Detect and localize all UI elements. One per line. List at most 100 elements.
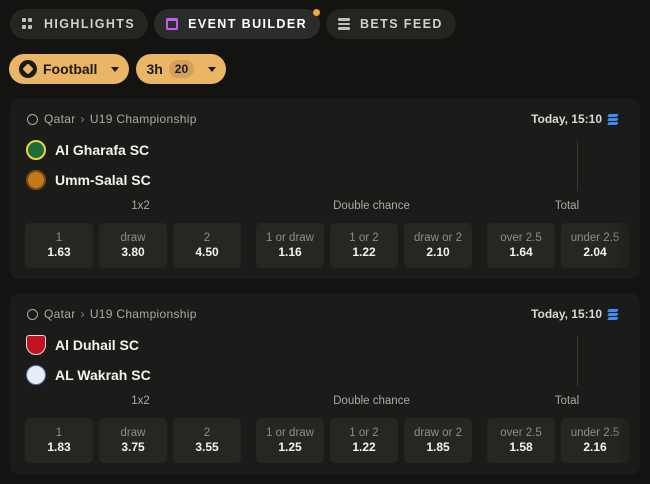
market-label: 1x2	[131, 200, 150, 212]
tab-label: HIGHLIGHTS	[44, 17, 136, 31]
scroll-fade	[612, 394, 640, 474]
odd-label: 1 or 2	[349, 427, 379, 439]
odd-value: 1.58	[509, 440, 533, 454]
event-card[interactable]: Qatar › U19 Championship Today, 15:10 Al…	[10, 294, 640, 474]
home-team-name: Al Gharafa SC	[55, 142, 150, 158]
odd-label: 2	[203, 232, 211, 244]
live-stream-icon	[607, 113, 619, 125]
odd-button[interactable]: 1 or 2 1.22	[330, 223, 398, 268]
odd-button[interactable]: draw 3.80	[99, 223, 167, 268]
odd-label: draw	[120, 427, 146, 439]
top-tabs: HIGHLIGHTS EVENT BUILDER BETS FEED	[10, 9, 456, 39]
odd-label: draw or 2	[414, 427, 462, 439]
globe-icon	[27, 308, 38, 320]
odd-label: 2	[203, 427, 211, 439]
country-label: Qatar	[44, 112, 76, 126]
odd-label: draw or 2	[414, 232, 462, 244]
odd-label: over 2.5	[500, 427, 542, 439]
odd-button[interactable]: 2 3.55	[173, 418, 241, 463]
odd-value: 1.85	[426, 440, 450, 454]
market-label: Double chance	[333, 395, 410, 407]
event-card[interactable]: Qatar › U19 Championship Today, 15:10 Al…	[10, 99, 640, 279]
event-time: Today, 15:10	[531, 307, 619, 321]
odd-value: 2.04	[583, 245, 607, 259]
country-label: Qatar	[44, 307, 76, 321]
calendar-icon	[166, 18, 179, 30]
time-filter-label: 3h	[146, 61, 163, 77]
football-icon	[19, 60, 37, 78]
tab-label: BETS FEED	[360, 17, 443, 31]
filters-bar: Football 3h 20	[9, 54, 227, 84]
market-label: Double chance	[333, 200, 410, 212]
odd-value: 1.63	[47, 245, 71, 259]
time-filter-dropdown[interactable]: 3h 20	[136, 54, 227, 84]
odd-value: 1.22	[352, 245, 376, 259]
odd-button[interactable]: over 2.5 1.58	[487, 418, 555, 463]
event-time-label: Today, 15:10	[531, 112, 602, 126]
league-label: U19 Championship	[89, 307, 197, 321]
odd-label: draw	[120, 232, 146, 244]
event-time-label: Today, 15:10	[531, 307, 602, 321]
odd-label: 1 or draw	[266, 427, 314, 439]
odd-value: 1.25	[278, 440, 302, 454]
home-team[interactable]: Al Gharafa SC	[26, 140, 149, 160]
market-double-chance: Double chance 1 or draw 1.25 1 or 2 1.22 d…	[256, 395, 487, 463]
tab-bets-feed[interactable]: BETS FEED	[326, 9, 456, 39]
odd-label: 1	[55, 427, 63, 439]
odd-value: 1.16	[278, 245, 302, 259]
market-label: 1x2	[131, 395, 150, 407]
home-team[interactable]: Al Duhail SC	[26, 335, 139, 355]
team-logo-icon	[26, 335, 46, 355]
tab-label: EVENT BUILDER	[188, 17, 307, 31]
odd-value: 3.55	[195, 440, 219, 454]
event-count-badge: 20	[168, 60, 195, 78]
grid-icon	[22, 18, 34, 30]
scroll-fade	[612, 199, 640, 279]
live-stream-icon	[607, 308, 619, 320]
league-breadcrumb: Qatar › U19 Championship	[27, 112, 197, 126]
notification-dot	[313, 9, 320, 16]
team-logo-icon	[26, 140, 46, 160]
sport-filter-label: Football	[43, 61, 98, 77]
away-team[interactable]: AL Wakrah SC	[26, 365, 151, 385]
breadcrumb-separator: ›	[80, 307, 85, 321]
odd-button[interactable]: 1 or draw 1.16	[256, 223, 324, 268]
odd-value: 1.83	[47, 440, 71, 454]
odd-button[interactable]: 2 4.50	[173, 223, 241, 268]
odd-button[interactable]: 1 or draw 1.25	[256, 418, 324, 463]
odd-value: 1.64	[509, 245, 533, 259]
odd-value: 1.22	[352, 440, 376, 454]
away-team-name: Umm-Salal SC	[55, 172, 151, 188]
odd-button[interactable]: 1 or 2 1.22	[330, 418, 398, 463]
tab-event-builder[interactable]: EVENT BUILDER	[154, 9, 320, 39]
home-team-name: Al Duhail SC	[55, 337, 140, 353]
chevron-down-icon	[111, 66, 120, 72]
away-team-name: AL Wakrah SC	[55, 367, 151, 383]
market-1x2: 1x2 1 1.83 draw 3.75 2 3.55	[25, 395, 256, 463]
tab-highlights[interactable]: HIGHLIGHTS	[10, 9, 149, 39]
odd-button[interactable]: draw 3.75	[99, 418, 167, 463]
odd-label: 1	[55, 232, 63, 244]
odd-button[interactable]: draw or 2 1.85	[404, 418, 472, 463]
odd-value: 3.80	[121, 245, 145, 259]
odd-button[interactable]: draw or 2 2.10	[404, 223, 472, 268]
event-time: Today, 15:10	[531, 112, 619, 126]
breadcrumb-separator: ›	[80, 112, 85, 126]
odd-value: 4.50	[195, 245, 219, 259]
divider	[577, 336, 578, 386]
team-logo-icon	[26, 170, 46, 190]
chevron-down-icon	[208, 66, 217, 72]
team-logo-icon	[26, 365, 46, 385]
divider	[577, 141, 578, 191]
feed-icon	[338, 18, 350, 30]
odd-button[interactable]: 1 1.63	[25, 223, 93, 268]
away-team[interactable]: Umm-Salal SC	[26, 170, 151, 190]
odd-button[interactable]: 1 1.83	[25, 418, 93, 463]
sport-filter-dropdown[interactable]: Football	[9, 54, 130, 84]
odd-value: 2.16	[583, 440, 607, 454]
odd-button[interactable]: over 2.5 1.64	[487, 223, 555, 268]
odd-value: 2.10	[426, 245, 450, 259]
globe-icon	[27, 113, 38, 125]
markets: 1x2 1 1.63 draw 3.80 2 4.50 Double chance 1…	[25, 200, 640, 268]
odd-label: over 2.5	[500, 232, 542, 244]
